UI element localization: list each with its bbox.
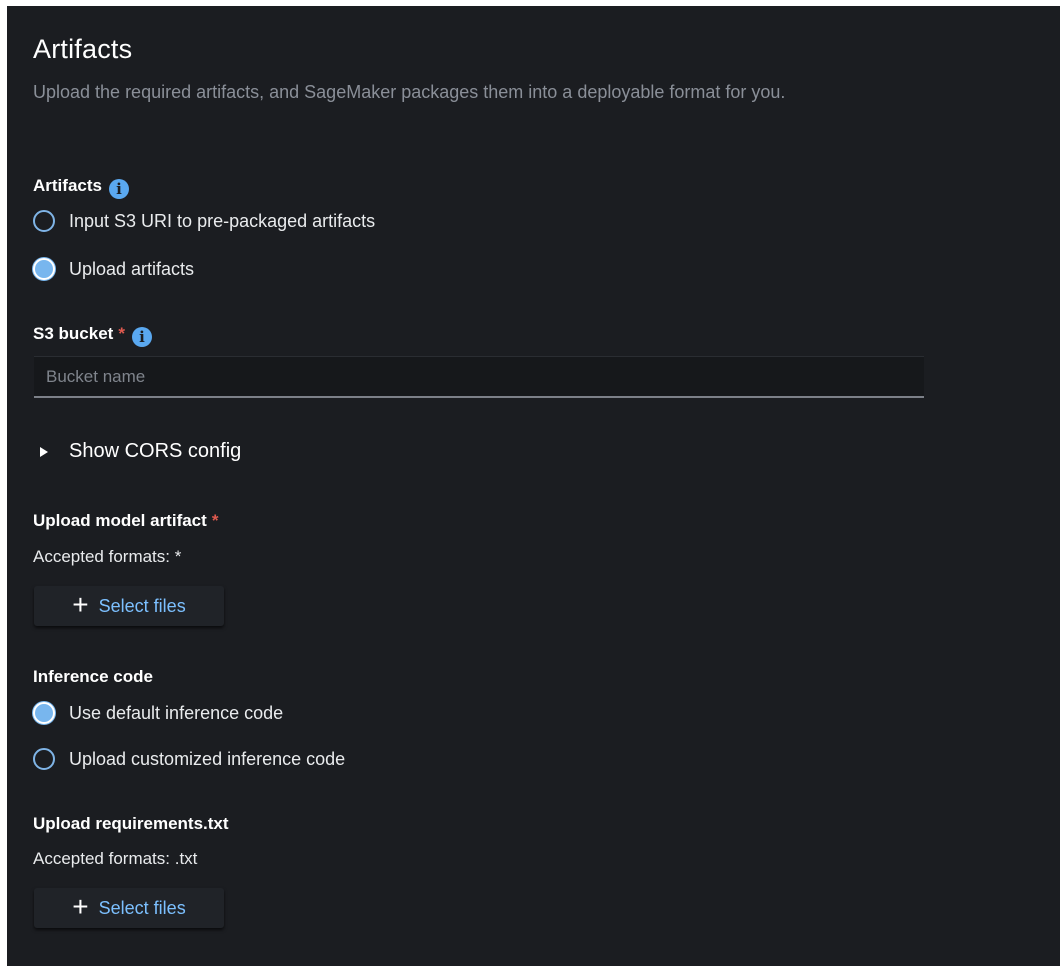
show-cors-config-toggle[interactable]: Show CORS config — [40, 440, 241, 463]
info-icon[interactable]: i — [108, 179, 129, 199]
info-icon[interactable]: i — [131, 327, 152, 347]
requirements-accepted-formats: Accepted formats: .txt — [33, 849, 198, 868]
s3-bucket-input[interactable] — [34, 356, 924, 398]
select-files-button-requirements[interactable]: + Select files — [34, 888, 224, 928]
s3-bucket-label: S3 bucket * i — [33, 324, 152, 347]
radio-label: Upload customized inference code — [69, 748, 346, 769]
radio-input-s3-uri[interactable]: Input S3 URI to pre-packaged artifacts — [33, 208, 375, 234]
requirements-label: Upload requirements.txt — [33, 814, 229, 833]
required-marker: * — [211, 511, 219, 530]
artifacts-panel: Artifacts Upload the required artifacts,… — [7, 6, 1060, 966]
radio-default-inference-code[interactable]: Use default inference code — [33, 700, 283, 726]
radio-label: Input S3 URI to pre-packaged artifacts — [69, 210, 376, 231]
select-files-label: Select files — [98, 595, 186, 616]
s3-bucket-label-text: S3 bucket — [33, 324, 114, 343]
radio-label: Use default inference code — [69, 702, 284, 723]
model-artifact-label-text: Upload model artifact — [33, 511, 207, 530]
radio-button-selected[interactable] — [33, 258, 55, 280]
artifacts-label: Artifacts i — [33, 176, 129, 199]
radio-button[interactable] — [33, 210, 55, 232]
page-description: Upload the required artifacts, and SageM… — [33, 82, 786, 102]
radio-button-selected[interactable] — [33, 702, 55, 724]
radio-label: Upload artifacts — [69, 258, 195, 279]
select-files-label: Select files — [98, 897, 186, 918]
select-files-button-model[interactable]: + Select files — [34, 586, 224, 626]
artifacts-label-text: Artifacts — [33, 176, 102, 195]
caret-right-icon — [40, 446, 48, 457]
radio-custom-inference-code[interactable]: Upload customized inference code — [33, 746, 345, 772]
inference-code-label: Inference code — [33, 667, 153, 686]
required-marker: * — [118, 324, 125, 343]
page-title: Artifacts — [33, 34, 133, 64]
model-artifact-label: Upload model artifact * — [33, 511, 218, 531]
model-artifact-accepted-formats: Accepted formats: * — [33, 547, 182, 566]
cors-toggle-label: Show CORS config — [69, 440, 242, 462]
radio-upload-artifacts[interactable]: Upload artifacts — [33, 256, 194, 282]
plus-icon: + — [72, 588, 89, 620]
plus-icon: + — [72, 890, 89, 922]
radio-button[interactable] — [33, 748, 55, 770]
